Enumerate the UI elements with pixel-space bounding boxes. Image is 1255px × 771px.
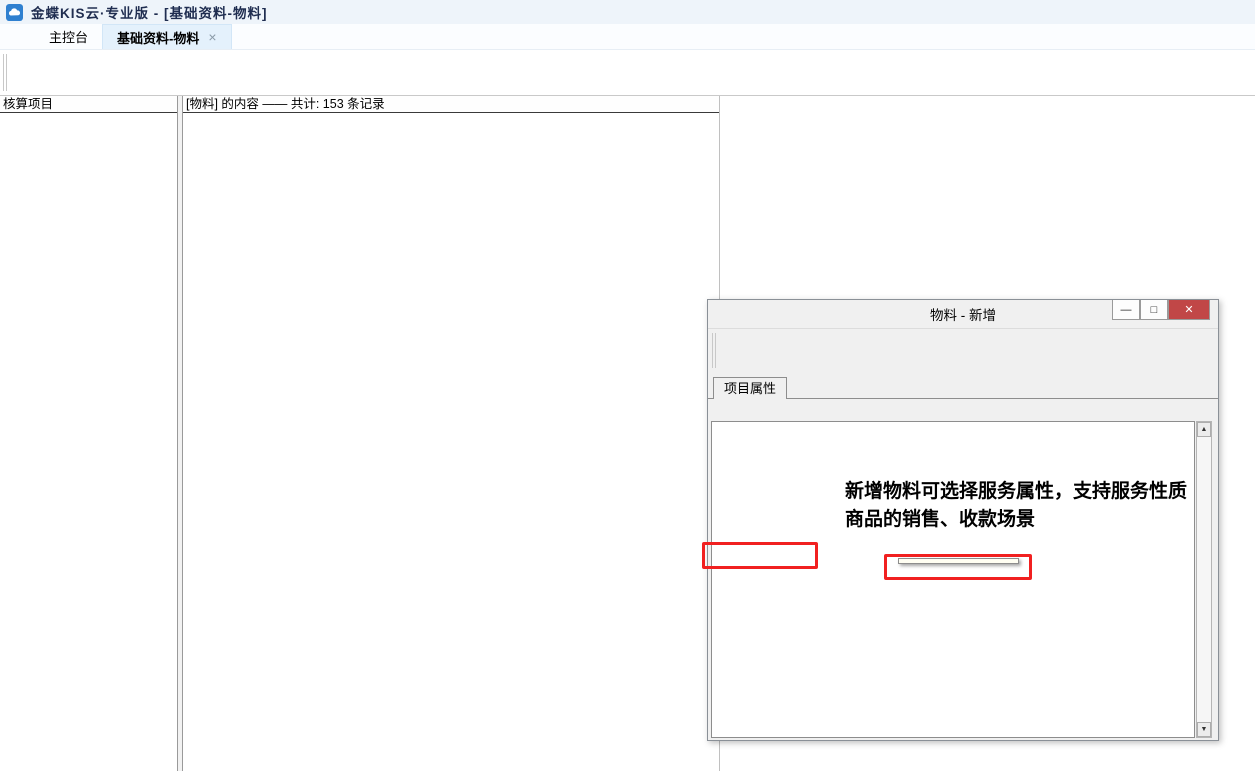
- highlight-box-service-option: [884, 554, 1032, 580]
- annotation-line-1: 新增物料可选择服务属性，支持服务性质: [845, 478, 1187, 506]
- dialog-toolbar-grip: [712, 333, 716, 368]
- window-title: 金蝶KIS云·专业版 - [基础资料-物料]: [31, 2, 267, 22]
- tab-item-properties[interactable]: 项目属性: [713, 377, 787, 399]
- tab-label: 主控台: [49, 27, 88, 46]
- table-caption: [物料] 的内容 —— 共计: 153 条记录: [183, 96, 719, 113]
- toolbar: [0, 50, 1255, 96]
- tab-main-console[interactable]: 主控台: [35, 24, 102, 49]
- highlight-box-material-attribute: [702, 542, 818, 569]
- material-table-panel: [物料] 的内容 —— 共计: 153 条记录: [183, 96, 720, 771]
- tab-label: 基础资料-物料: [117, 28, 199, 47]
- scroll-up-icon[interactable]: ▲: [1197, 422, 1211, 437]
- dialog-toolbar: [708, 328, 1218, 372]
- dialog-titlebar[interactable]: 物料 - 新增 — □ ✕: [708, 300, 1218, 328]
- tab-close-icon[interactable]: ×: [208, 29, 216, 45]
- sidebar-panel: 核算项目: [0, 96, 177, 771]
- dialog-scrollbar[interactable]: ▲ ▼: [1196, 421, 1212, 738]
- maximize-button[interactable]: □: [1140, 300, 1168, 320]
- annotation-line-2: 商品的销售、收款场景: [845, 506, 1187, 534]
- table-header-row: [183, 113, 719, 130]
- window-titlebar: 金蝶KIS云·专业版 - [基础资料-物料]: [0, 0, 1255, 24]
- minimize-button[interactable]: —: [1112, 300, 1140, 320]
- accounting-items-tree: [0, 113, 177, 119]
- annotation-text: 新增物料可选择服务属性，支持服务性质 商品的销售、收款场景: [845, 478, 1187, 533]
- tab-basic-data-material[interactable]: 基础资料-物料 ×: [102, 24, 232, 49]
- toolbar-grip: [3, 54, 7, 91]
- sidebar-caption: 核算项目: [0, 96, 177, 113]
- dialog-tabstrip: 项目属性: [708, 372, 1218, 399]
- close-button[interactable]: ✕: [1168, 300, 1210, 320]
- cloud-icon: [6, 4, 23, 21]
- scroll-down-icon[interactable]: ▼: [1197, 722, 1211, 737]
- tab-bar: 主控台 基础资料-物料 ×: [0, 24, 1255, 50]
